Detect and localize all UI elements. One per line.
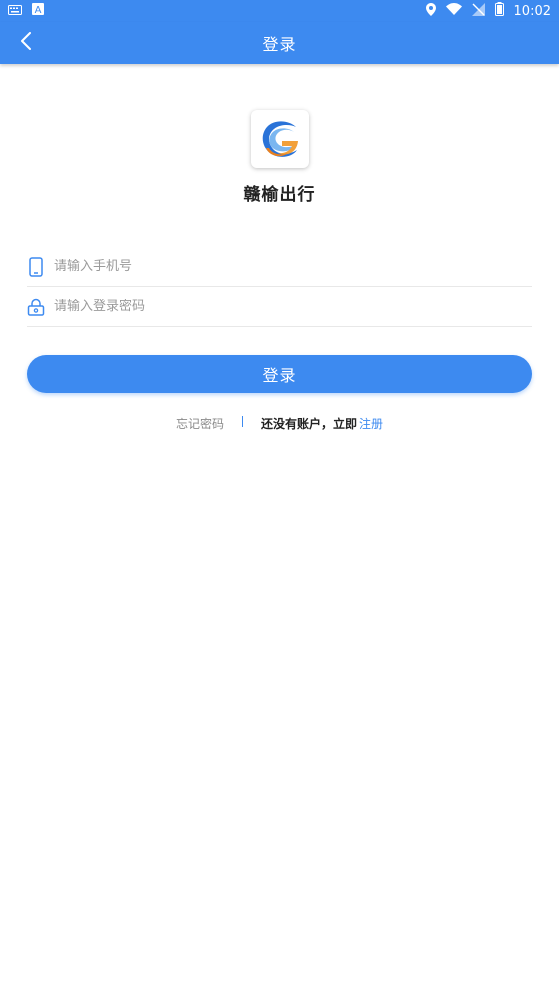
phone-input[interactable]	[54, 259, 532, 274]
password-field	[27, 287, 532, 327]
phone-field	[27, 247, 532, 287]
location-icon	[425, 2, 436, 20]
app-name: 赣榆出行	[243, 185, 316, 205]
phone-icon	[27, 256, 45, 278]
lock-icon	[27, 296, 45, 318]
app-bar: 登录	[0, 22, 559, 64]
page-title: 登录	[262, 35, 297, 54]
wifi-icon	[445, 3, 462, 19]
no-account-text: 还没有账户，立即	[260, 417, 357, 431]
status-bar: A 10:02	[0, 0, 559, 22]
link-divider	[241, 416, 243, 427]
status-time: 10:02	[513, 3, 551, 19]
battery-icon	[494, 2, 504, 20]
chevron-left-icon	[20, 32, 32, 54]
app-logo	[250, 110, 309, 168]
password-input[interactable]	[54, 299, 532, 314]
no-signal-icon	[471, 2, 485, 20]
brand: 赣榆出行	[0, 110, 559, 205]
forgot-password-link[interactable]: 忘记密码	[176, 415, 224, 432]
register-link[interactable]: 注册	[359, 415, 383, 432]
keyboard-icon	[8, 4, 22, 19]
a-icon: A	[32, 3, 44, 19]
back-button[interactable]	[14, 31, 38, 55]
login-button[interactable]: 登录	[27, 355, 532, 393]
svg-text:A: A	[35, 5, 42, 15]
login-form	[27, 247, 532, 327]
auth-links: 忘记密码 还没有账户，立即 注册	[0, 415, 559, 432]
